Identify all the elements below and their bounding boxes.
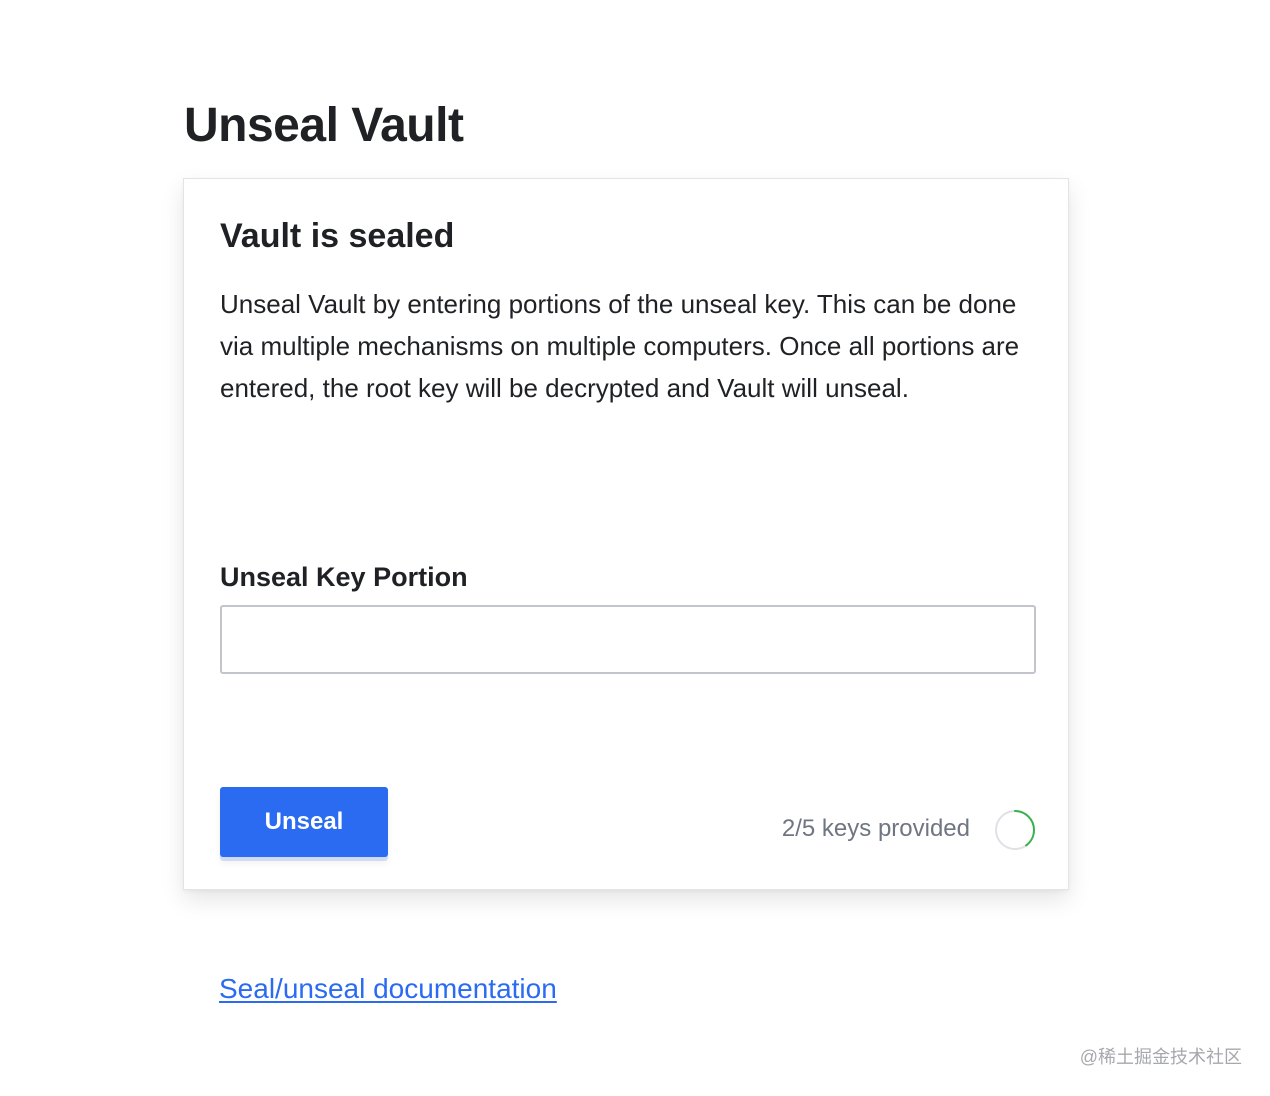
seal-unseal-documentation-link[interactable]: Seal/unseal documentation xyxy=(219,970,557,1008)
keys-progress-ring-icon xyxy=(995,810,1035,850)
keys-progress-text: 2/5 keys provided xyxy=(781,815,970,842)
card-description: Unseal Vault by entering portions of the… xyxy=(220,289,1020,403)
page-title: Unseal Vault xyxy=(184,99,464,152)
unseal-card: Vault is sealed Unseal Vault by entering… xyxy=(183,178,1069,890)
watermark: @稀土掘金技术社区 xyxy=(1079,1047,1242,1067)
unseal-button[interactable]: Unseal xyxy=(220,787,388,857)
card-title: Vault is sealed xyxy=(220,217,455,255)
unseal-key-label: Unseal Key Portion xyxy=(220,562,468,592)
unseal-key-input[interactable] xyxy=(220,605,1036,674)
